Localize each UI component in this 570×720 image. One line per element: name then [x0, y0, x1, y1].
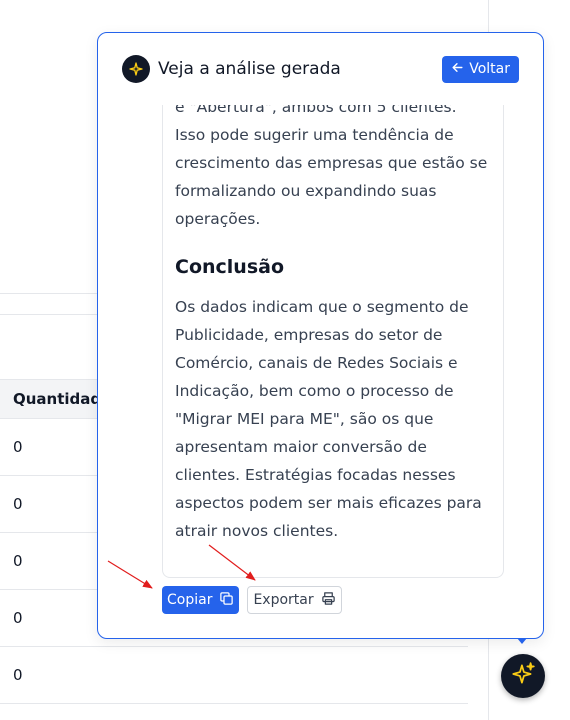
printer-icon — [321, 591, 336, 610]
ai-assistant-button[interactable] — [501, 654, 545, 698]
analysis-dialog: Veja a análise gerada Voltar e "Abertura… — [97, 32, 544, 639]
analysis-content[interactable]: e "Abertura", ambos com 5 clientes. Isso… — [162, 105, 504, 578]
table-cell: 0 — [13, 438, 23, 456]
table-cell: 0 — [13, 552, 23, 570]
export-button[interactable]: Exportar — [247, 586, 342, 614]
table-cell: 0 — [13, 609, 23, 627]
sparkle-icon — [122, 55, 150, 83]
dialog-header: Veja a análise gerada Voltar — [98, 33, 543, 105]
table-row: 0 — [0, 647, 468, 704]
back-button[interactable]: Voltar — [442, 55, 519, 83]
conclusion-heading: Conclusão — [175, 256, 285, 278]
conclusion-paragraph: Os dados indicam que o segmento de Publi… — [175, 298, 482, 540]
column-header-label: Quantidad — [13, 390, 102, 408]
dialog-title: Veja a análise gerada — [158, 59, 341, 79]
analysis-paragraph: e "Abertura", ambos com 5 clientes. Isso… — [175, 105, 488, 228]
dialog-pointer — [517, 638, 527, 644]
table-cell: 0 — [13, 495, 23, 513]
copy-button-label: Copiar — [167, 592, 213, 608]
copy-icon — [219, 591, 234, 610]
table-cell: 0 — [13, 666, 23, 684]
divider — [0, 293, 100, 294]
export-button-label: Exportar — [253, 592, 314, 608]
sparkle-icon — [510, 661, 536, 691]
action-bar: Copiar Exportar — [162, 586, 342, 614]
divider — [0, 314, 100, 315]
arrow-left-icon — [451, 61, 464, 78]
copy-button[interactable]: Copiar — [162, 586, 240, 614]
back-button-label: Voltar — [469, 61, 510, 77]
